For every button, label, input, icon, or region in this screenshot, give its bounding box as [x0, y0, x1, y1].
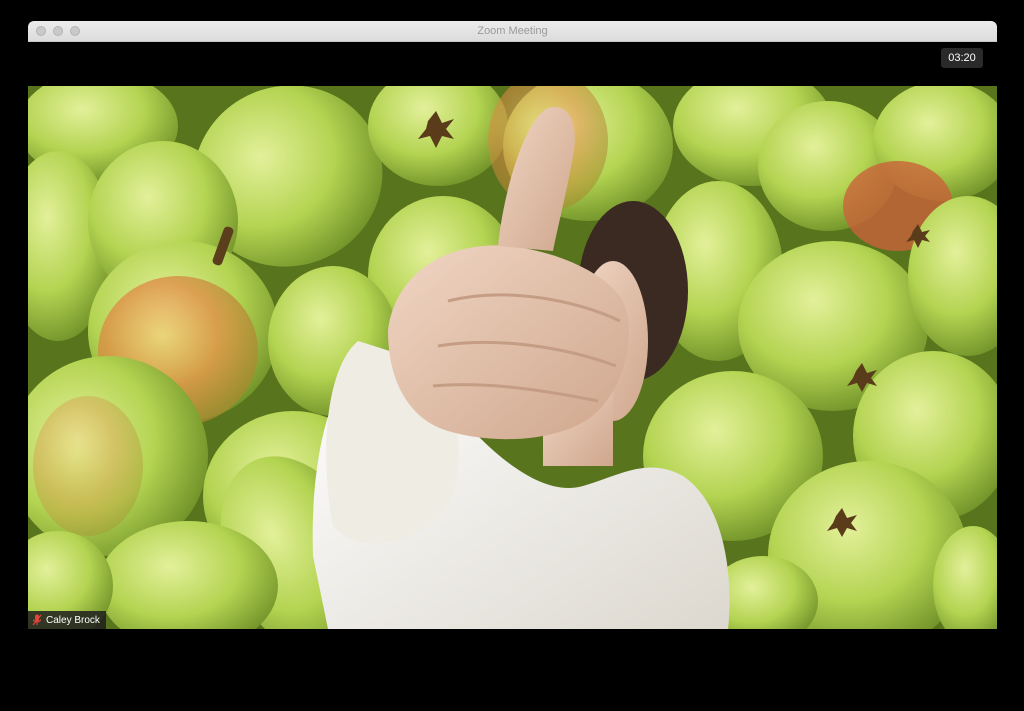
participant-video[interactable]: Caley Brock: [28, 86, 997, 629]
title-bar[interactable]: Zoom Meeting: [28, 21, 997, 42]
zoom-window: Zoom Meeting 03:20 Caley Brock: [28, 21, 997, 677]
meeting-timer: 03:20: [941, 48, 983, 68]
participant-name: Caley Brock: [46, 614, 100, 626]
virtual-background-pears: [28, 86, 997, 629]
participant-name-tag: Caley Brock: [28, 611, 106, 629]
window-title: Zoom Meeting: [477, 25, 548, 37]
microphone-muted-icon[interactable]: [32, 614, 42, 626]
pear-blush: [33, 396, 143, 536]
